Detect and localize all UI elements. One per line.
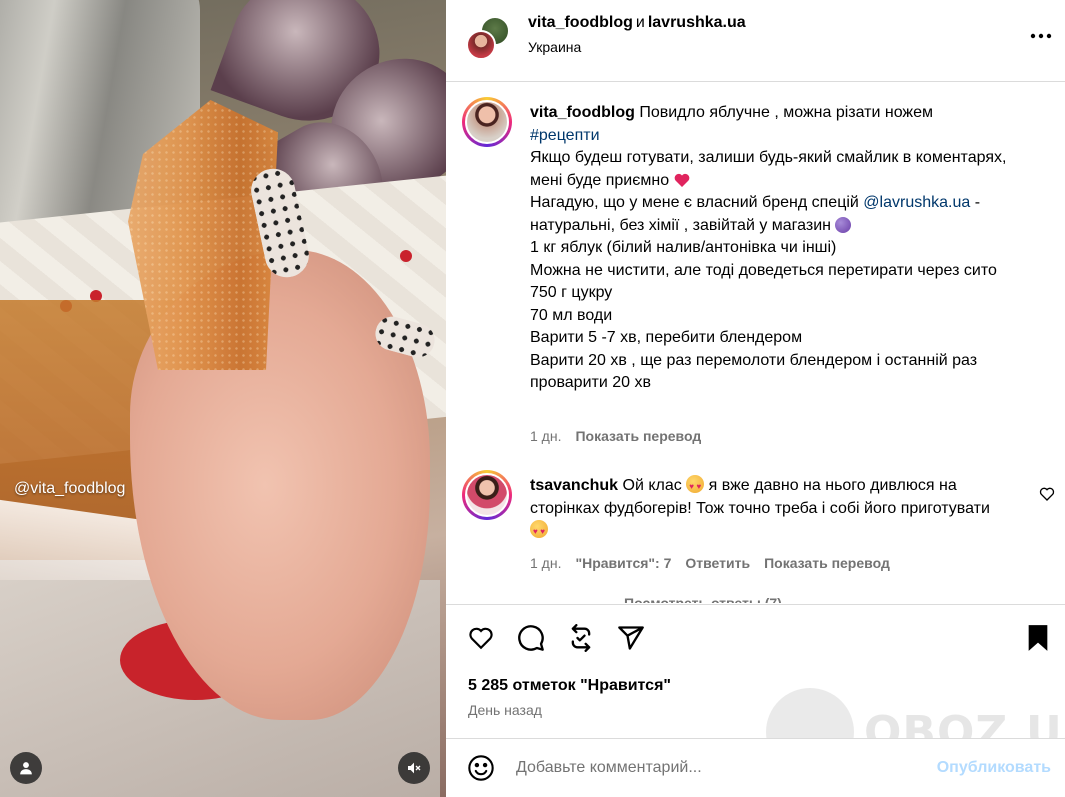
like-button[interactable] (466, 623, 496, 653)
collab-avatars[interactable] (466, 16, 510, 60)
heart-eyes-emoji-icon (686, 475, 705, 499)
heart-icon (469, 627, 493, 650)
post-media[interactable]: @vita_foodblog (0, 0, 446, 797)
comment-icon (518, 625, 544, 651)
view-replies-label: Посмотреть ответы (7) (624, 595, 782, 603)
comment-time[interactable]: 1 дн. (530, 555, 561, 571)
action-bar (466, 623, 646, 653)
likes-count[interactable]: 5 285 отметок "Нравится" (468, 677, 671, 695)
repost-button[interactable] (566, 623, 596, 653)
comment-likes[interactable]: "Нравится": 7 (575, 555, 671, 571)
post-header: vita_foodblog и lavrushka.ua Украина (446, 0, 1065, 82)
caption-line: Повидло яблучне , можна різати ножем (639, 104, 934, 121)
more-icon (1030, 33, 1052, 39)
share-button[interactable] (616, 623, 646, 653)
comment-input[interactable] (516, 755, 916, 781)
user-icon (20, 762, 32, 775)
repost-icon (571, 624, 591, 652)
comment-meta: 1 дн. "Нравится": 7 Ответить Показать пе… (530, 555, 890, 571)
heart-icon (1039, 487, 1055, 501)
comment-button[interactable] (516, 623, 546, 653)
view-replies-button[interactable]: Посмотреть ответы (7) (586, 595, 782, 603)
comment-username[interactable]: tsavanchuk (530, 477, 618, 494)
caption-line: Якщо будеш готувати, залиши будь-який см… (530, 149, 1007, 189)
avatar[interactable] (462, 97, 512, 147)
post-comment-button[interactable]: Опубликовать (937, 759, 1051, 777)
reply-button[interactable]: Ответить (685, 555, 750, 571)
translate-button[interactable]: Показать перевод (764, 555, 890, 571)
heart-eyes-emoji-icon (530, 520, 548, 544)
translate-button[interactable]: Показать перевод (575, 428, 701, 444)
caption-line: Нагадую, що у мене є власний бренд спеці… (530, 194, 859, 211)
mention-link[interactable]: @lavrushka.ua (863, 194, 970, 211)
grape-emoji-icon (835, 216, 852, 233)
caption-line: Варити 5 -7 хв, перебити блендером (530, 329, 803, 346)
avatar[interactable] (466, 30, 496, 60)
comment-like-button[interactable] (1039, 486, 1055, 502)
heart-emoji-icon (674, 173, 689, 187)
more-options-button[interactable] (1027, 26, 1055, 46)
author-username[interactable]: vita_foodblog (528, 14, 633, 31)
media-watermark-handle: @vita_foodblog (14, 480, 126, 497)
header-names: vita_foodblog и lavrushka.ua (528, 14, 746, 32)
post-date[interactable]: День назад (468, 702, 542, 718)
comment-text-part: Ой клас (622, 477, 682, 494)
caption-time[interactable]: 1 дн. (530, 428, 561, 444)
berry-image (400, 250, 412, 262)
add-comment-bar: Опубликовать (446, 738, 1065, 797)
emoji-button[interactable] (466, 753, 496, 783)
send-icon (618, 626, 644, 650)
user-tag-button[interactable] (10, 752, 42, 784)
caption-meta: 1 дн. Показать перевод (530, 428, 701, 444)
comments-section[interactable]: vita_foodblog Повидло яблучне , можна рі… (446, 83, 1065, 603)
speaker-muted-icon (408, 762, 421, 774)
caption: vita_foodblog Повидло яблучне , можна рі… (530, 102, 1040, 395)
save-button[interactable] (1023, 623, 1053, 653)
smiley-icon (468, 755, 494, 781)
mute-button[interactable] (398, 752, 430, 784)
collaborator-username[interactable]: lavrushka.ua (648, 14, 746, 31)
hashtag-link[interactable]: #рецепти (530, 127, 600, 144)
comment: tsavanchuk Ой клас я вже давно на нього … (530, 475, 1010, 544)
post-panel: vita_foodblog и lavrushka.ua Украина vita_… (446, 0, 1065, 797)
caption-line: Варити 20 хв , ще раз перемолоти блендер… (530, 351, 978, 392)
location-link[interactable]: Украина (528, 39, 581, 55)
caption-line: 750 г цукру (530, 284, 613, 301)
caption-username[interactable]: vita_foodblog (530, 104, 635, 121)
bookmark-filled-icon (1028, 625, 1048, 651)
conjunction: и (635, 14, 645, 31)
caption-line: 1 кг яблук (білий налив/антонівка чи інш… (530, 239, 837, 256)
caption-line: 70 мл води (530, 306, 613, 324)
caption-line: Можна не чистити, але тоді доведеться пе… (530, 261, 997, 279)
avatar[interactable] (462, 470, 512, 520)
